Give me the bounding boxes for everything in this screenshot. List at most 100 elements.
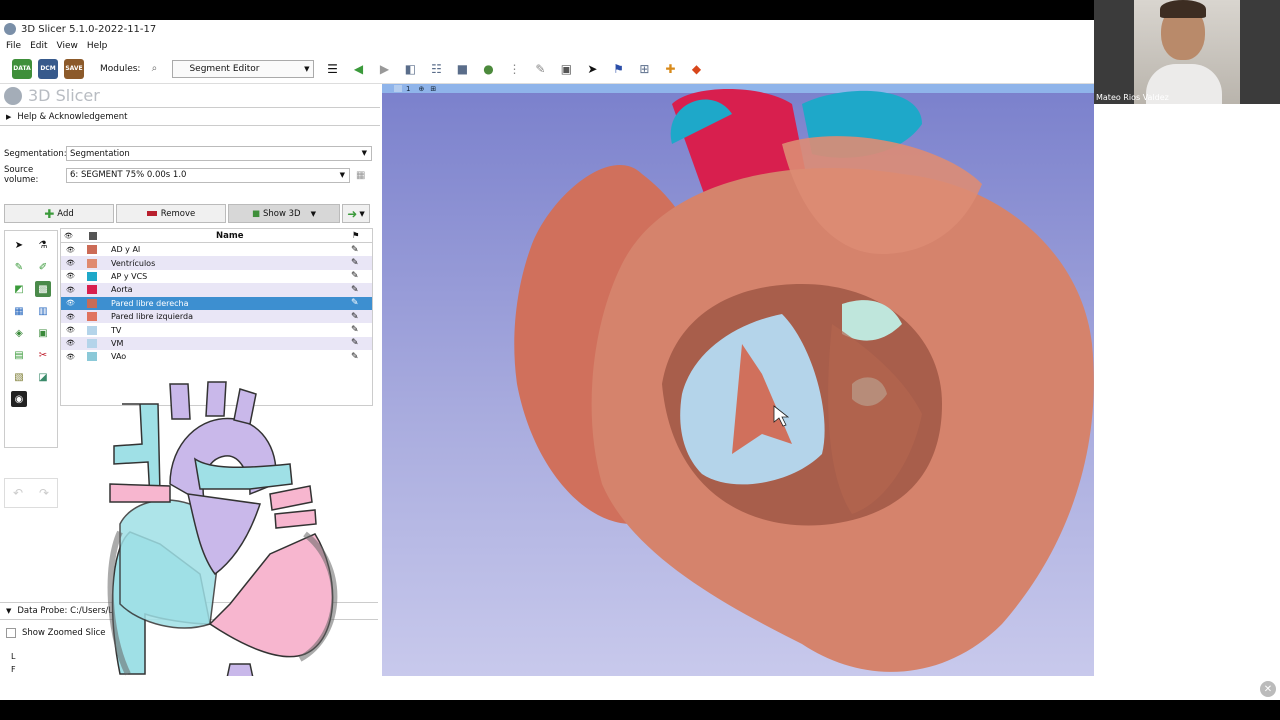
eye-icon[interactable]: 👁 — [66, 313, 75, 321]
segment-color-swatch[interactable] — [87, 245, 97, 255]
smoothing-tool-icon[interactable]: ▤ — [11, 347, 27, 363]
segment-color-swatch[interactable] — [87, 352, 97, 362]
segment-name[interactable]: AP y VCS — [111, 272, 147, 281]
pencil-icon[interactable]: ✎ — [351, 298, 359, 308]
remove-segment-button[interactable]: Remove — [116, 204, 226, 223]
segment-row[interactable]: 👁 VAo ✎ — [61, 350, 372, 363]
module-list-icon[interactable]: ☰ — [324, 61, 340, 77]
draw-tool-icon[interactable]: ✐ — [35, 259, 51, 275]
module-search-icon[interactable]: ⌕ — [146, 61, 162, 77]
menu-view[interactable]: View — [57, 41, 78, 51]
segment-name[interactable]: VAo — [111, 352, 126, 361]
add-segment-button[interactable]: ✚ Add — [4, 204, 114, 223]
margin-tool-icon[interactable]: ◈ — [11, 325, 27, 341]
pencil-icon[interactable]: ✎ — [351, 325, 359, 335]
segment-color-swatch[interactable] — [87, 271, 97, 281]
segment-options-button[interactable]: ➜ ▼ — [342, 204, 370, 223]
eye-icon[interactable]: 👁 — [66, 299, 75, 307]
pencil-icon[interactable]: ✎ — [351, 271, 359, 281]
segment-name[interactable]: VM — [111, 339, 123, 348]
show-3d-button[interactable]: ■ Show 3D ▼ — [228, 204, 340, 223]
segment-color-swatch[interactable] — [87, 338, 97, 348]
grid-icon[interactable]: ⋮ — [506, 61, 522, 77]
menu-file[interactable]: File — [6, 41, 21, 51]
zoom-slice-checkbox[interactable] — [6, 628, 16, 638]
crosshair-icon[interactable]: ✚ — [662, 61, 678, 77]
segment-name[interactable]: Ventrículos — [111, 259, 155, 268]
pencil-icon[interactable]: ✎ — [351, 338, 359, 348]
sphere-icon[interactable]: ● — [480, 61, 496, 77]
pencil-icon[interactable]: ✎ — [351, 312, 359, 322]
eye-icon[interactable]: 👁 — [66, 259, 75, 267]
segment-color-swatch[interactable] — [87, 258, 97, 268]
hollow-tool-icon[interactable]: ▣ — [35, 325, 51, 341]
segment-name[interactable]: TV — [111, 326, 121, 335]
segmentation-selector[interactable]: Segmentation ▼ — [66, 146, 372, 161]
redo-icon[interactable]: ↷ — [39, 486, 49, 500]
segment-row[interactable]: 👁 Aorta ✎ — [61, 283, 372, 297]
fill-between-tool-icon[interactable]: ▥ — [35, 303, 51, 319]
segment-row[interactable]: 👁 TV ✎ — [61, 323, 372, 336]
pointer-tool-icon[interactable]: ➤ — [11, 237, 27, 253]
eye-icon[interactable]: 👁 — [66, 272, 75, 280]
segment-row[interactable]: 👁 Pared libre izquierda ✎ — [61, 309, 372, 324]
source-volume-selector[interactable]: 6: SEGMENT 75% 0.00s 1.0 ▼ — [66, 167, 350, 183]
forward-arrow-icon[interactable]: ▶ — [376, 61, 392, 77]
module-selector[interactable]: Segment Editor ▼ — [172, 59, 315, 78]
undo-icon[interactable]: ↶ — [13, 486, 23, 500]
segment-row[interactable]: 👁 Pared libre derecha ✎ — [61, 296, 372, 310]
mask-volume-tool-icon[interactable]: ◉ — [11, 391, 27, 407]
markup-icon[interactable]: ⚑ — [610, 61, 626, 77]
paint-tool-icon[interactable]: ✎ — [11, 259, 27, 275]
hierarchy-icon[interactable]: ☷ — [428, 61, 444, 77]
menu-help[interactable]: Help — [87, 41, 108, 51]
back-arrow-icon[interactable]: ◀ — [350, 61, 366, 77]
eye-icon[interactable]: 👁 — [66, 286, 75, 294]
threshold-tool-icon[interactable]: ⚗ — [35, 237, 51, 253]
segment-color-swatch[interactable] — [87, 312, 97, 322]
fiducial-icon[interactable]: ◆ — [688, 61, 704, 77]
islands-tool-icon[interactable]: ▧ — [11, 369, 27, 385]
data-button[interactable]: DATA — [12, 58, 32, 79]
transform-icon[interactable]: ⊞ — [636, 61, 652, 77]
segment-color-swatch[interactable] — [87, 285, 97, 295]
segment-row[interactable]: 👁 Ventrículos ✎ — [61, 256, 372, 270]
help-section-toggle[interactable]: ▶ Help & Acknowledgement — [0, 108, 380, 126]
pencil-icon[interactable]: ✎ — [351, 352, 359, 362]
flag-header-icon[interactable]: ⚑ — [352, 231, 360, 241]
layout-icon[interactable]: ◧ — [402, 61, 418, 77]
segment-name[interactable]: Aorta — [111, 285, 133, 294]
dcm-button[interactable]: DCM — [38, 58, 58, 79]
segment-row[interactable]: 👁 AP y VCS ✎ — [61, 270, 372, 283]
segment-name[interactable]: Pared libre derecha — [111, 299, 189, 308]
name-column-header[interactable]: Name — [216, 231, 243, 241]
zoom-slice-toggle[interactable]: Show Zoomed Slice — [6, 628, 106, 638]
3d-view[interactable]: 1 ⊕ ⊞ — [382, 84, 1094, 676]
cube-icon[interactable]: ■ — [454, 61, 470, 77]
segment-name[interactable]: Pared libre izquierda — [111, 312, 193, 321]
pencil-icon[interactable]: ✎ — [351, 285, 359, 295]
eye-icon[interactable]: 👁 — [66, 353, 75, 361]
eye-icon[interactable]: 👁 — [66, 246, 75, 254]
scissors-tool-icon[interactable]: ✂ — [35, 347, 51, 363]
logical-operators-tool-icon[interactable]: ◪ — [35, 369, 51, 385]
eye-icon[interactable]: 👁 — [66, 339, 75, 347]
screenshot-icon[interactable]: ▣ — [558, 61, 574, 77]
segment-color-swatch[interactable] — [87, 325, 97, 335]
save-button[interactable]: SAVE — [64, 58, 84, 79]
erase-tool-icon[interactable]: ◩ — [11, 281, 27, 297]
pencil-icon[interactable]: ✎ — [351, 258, 359, 268]
segment-row[interactable]: 👁 AD y AI ✎ — [61, 243, 372, 256]
volume-options-icon[interactable]: ▦ — [356, 170, 365, 181]
segment-name[interactable]: AD y AI — [111, 245, 140, 254]
pointer-icon[interactable]: ➤ — [584, 61, 600, 77]
visibility-header-icon[interactable]: 👁 — [64, 232, 73, 240]
segment-row[interactable]: 👁 VM ✎ — [61, 336, 372, 351]
close-icon[interactable]: ✕ — [1260, 681, 1276, 697]
level-tracing-tool-icon[interactable]: ▩ — [35, 281, 51, 297]
grow-seeds-tool-icon[interactable]: ▦ — [11, 303, 27, 319]
eye-icon[interactable]: 👁 — [66, 326, 75, 334]
menu-edit[interactable]: Edit — [30, 41, 47, 51]
edit-icon[interactable]: ✎ — [532, 61, 548, 77]
pencil-icon[interactable]: ✎ — [351, 245, 359, 255]
